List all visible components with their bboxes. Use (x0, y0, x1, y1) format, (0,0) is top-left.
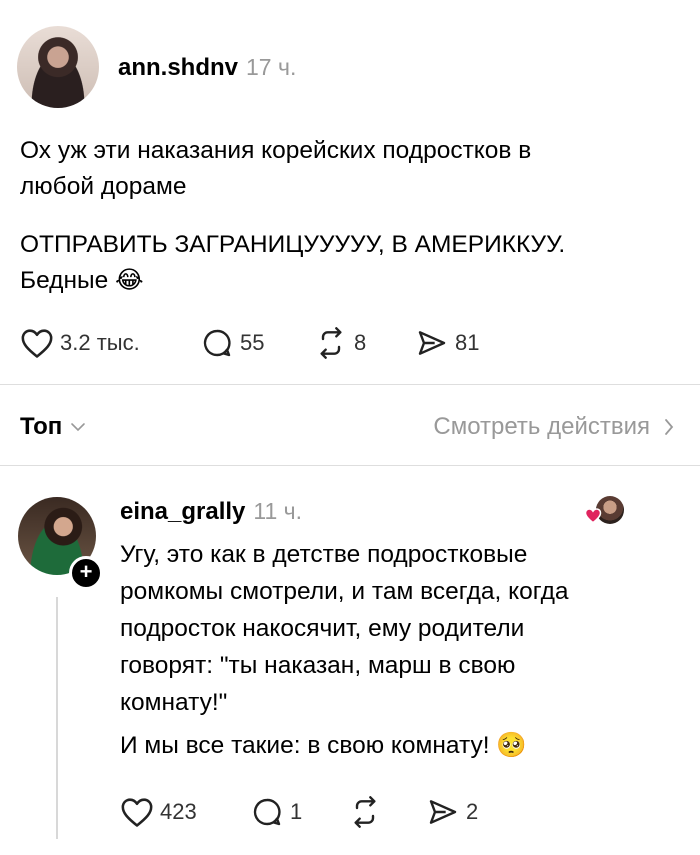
reply-reply-count: 1 (290, 799, 303, 824)
post-header: ann.shdnv 17 ч. (118, 54, 296, 82)
repost-icon (320, 327, 342, 359)
pleading-face-emoji: 🥺 (496, 732, 527, 759)
view-activity-link[interactable]: Смотреть действия (433, 413, 674, 441)
reply-time: 11 ч. (253, 498, 303, 524)
send-icon (418, 331, 446, 355)
send-icon (429, 800, 457, 824)
reply-repost-button[interactable] (348, 796, 388, 828)
reply-username[interactable]: eina_grally (120, 498, 245, 525)
reply-reply-button[interactable]: 1 (250, 796, 302, 828)
post-text-line: Бедные 😂 (20, 263, 565, 299)
reply-button[interactable]: 55 (200, 327, 264, 359)
post-text-line: Ох уж эти наказания корейских подростков… (20, 137, 532, 164)
post-body-second-paragraph: ОТПРАВИТЬ ЗАГРАНИЦУУУУУ, В АМЕРИККУУ. Бе… (20, 227, 565, 299)
thread-line (56, 597, 58, 839)
post-username[interactable]: ann.shdnv (118, 54, 238, 81)
chevron-down-icon (71, 423, 86, 432)
post-author-avatar[interactable] (17, 26, 99, 108)
reply-text-line: подросток накосячит, ему родители (120, 615, 525, 642)
heart-icon (121, 798, 153, 827)
repost-count: 8 (354, 330, 367, 355)
reply-text-line: говорят: "ты наказан, марш в свою (120, 652, 516, 679)
reply-text-line: И мы все такие: в свою комнату! 🥺 (120, 727, 569, 764)
red-heart-icon (584, 508, 602, 524)
post-time: 17 ч. (246, 54, 297, 80)
repost-button[interactable]: 8 (314, 327, 366, 359)
reply-share-count: 2 (466, 799, 479, 824)
sort-dropdown[interactable]: Топ (20, 413, 86, 441)
heart-icon (21, 329, 53, 358)
like-count: 3.2 тыс. (60, 330, 140, 355)
chevron-right-icon (665, 419, 674, 435)
reply-share-button[interactable]: 2 (426, 796, 478, 828)
repost-icon (354, 796, 376, 828)
reply-like-count: 423 (160, 799, 197, 824)
reply-text-line: Угу, это как в детстве подростковые (120, 541, 528, 568)
post-body: Ох уж эти наказания корейских подростков… (20, 133, 531, 205)
like-button[interactable]: 3.2 тыс. (20, 327, 140, 359)
divider (0, 465, 700, 466)
share-count: 81 (455, 330, 480, 355)
post-text-line: ОТПРАВИТЬ ЗАГРАНИЦУУУУУ, В АМЕРИККУУ. (20, 231, 566, 258)
sort-label: Топ (20, 413, 63, 440)
reply-count: 55 (240, 330, 265, 355)
tears-of-joy-emoji: 😂 (115, 267, 144, 294)
reply-text-line: комнату!" (120, 689, 228, 716)
reply-body: Угу, это как в детстве подростковые ромк… (120, 536, 569, 764)
speech-bubble-icon (253, 798, 281, 826)
divider (0, 384, 700, 385)
post-text-fragment: Бедные (20, 267, 109, 294)
follow-plus-icon[interactable]: + (69, 556, 103, 590)
reply-text-line: ромкомы смотрели, и там всегда, когда (120, 578, 569, 605)
reply-header: eina_grally 11 ч. (120, 498, 302, 526)
author-liked-indicator (584, 496, 624, 526)
view-activity-label: Смотреть действия (433, 413, 650, 440)
reply-like-button[interactable]: 423 (120, 796, 197, 828)
share-button[interactable]: 81 (415, 327, 479, 359)
reply-text-fragment: И мы все такие: в свою комнату! (120, 732, 490, 759)
post-text-line: любой дораме (20, 173, 187, 200)
speech-bubble-icon (203, 329, 231, 357)
